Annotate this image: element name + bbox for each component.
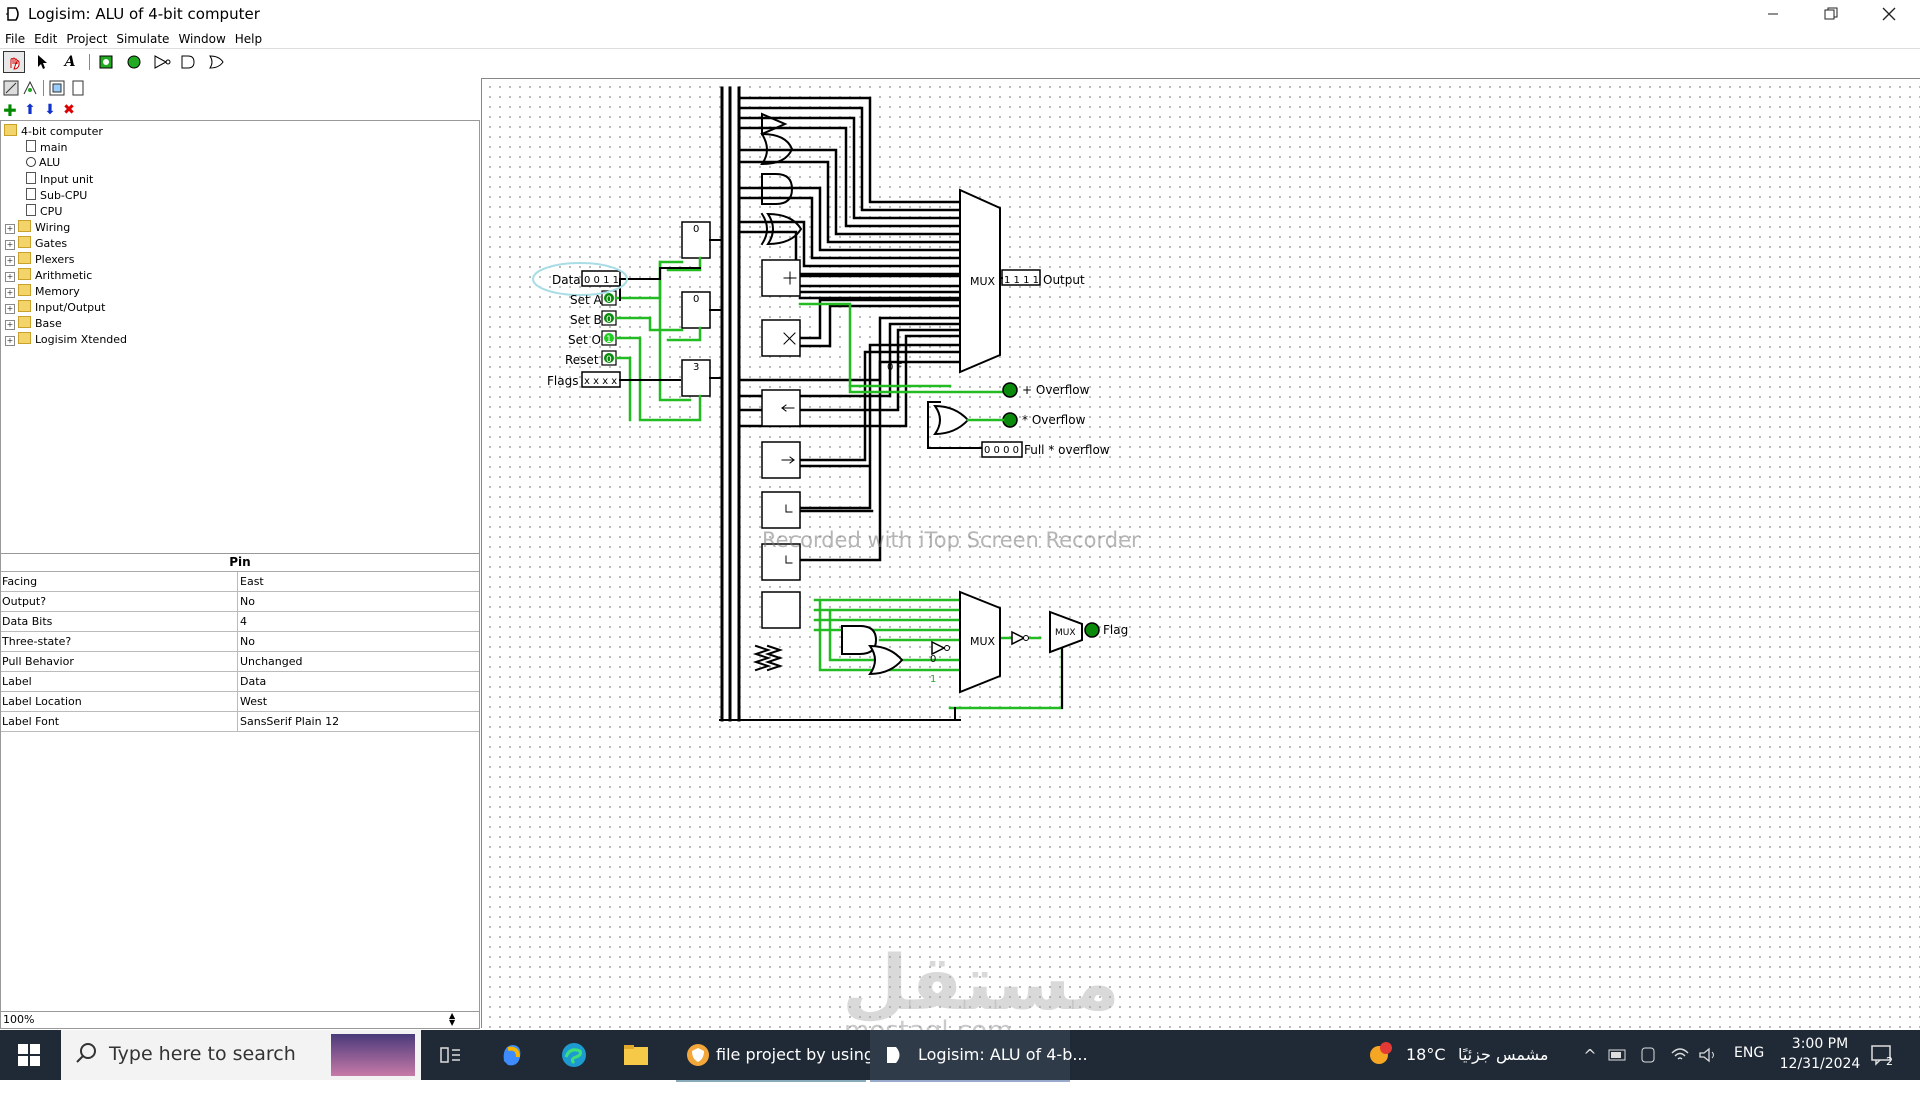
flag-label: Flag: [1103, 623, 1128, 637]
search-highlight-image: [331, 1034, 415, 1076]
volume-icon[interactable]: [1692, 1039, 1724, 1071]
full-overflow-value: 0 0 0 0: [984, 445, 1019, 456]
notification-count: 2: [1886, 1055, 1893, 1068]
shield-browser-icon: [686, 1043, 710, 1071]
taskbar: Type here to search file project by usin…: [0, 1030, 1920, 1082]
full-overflow-label: Full * overflow: [1024, 443, 1110, 457]
pin-set-b-value[interactable]: 0: [606, 315, 612, 325]
battery-icon[interactable]: [1602, 1039, 1634, 1071]
weather-desc: مشمس جزئيًا: [1458, 1045, 1549, 1064]
output-label: Output: [1043, 273, 1085, 287]
constant-label: 0 F: [887, 362, 903, 373]
circuit-diagram[interactable]: Data 0 0 1 1 Set A Set B Set O Reset Fla…: [0, 0, 1920, 1030]
weather-icon: [1366, 1040, 1396, 1074]
pin-flags-label: Flags: [547, 374, 578, 388]
search-placeholder: Type here to search: [109, 1043, 296, 1065]
notification-center-icon[interactable]: 2: [1866, 1039, 1898, 1071]
pin-reset-label: Reset: [565, 353, 599, 367]
pin-flags-value[interactable]: x x x x: [584, 376, 617, 387]
edge-icon[interactable]: [558, 1039, 590, 1071]
taskbar-app-logisim[interactable]: Logisim: ALU of 4-b...: [870, 1030, 1088, 1082]
logisim-taskbar-icon: [884, 1045, 904, 1069]
pin-data-label: Data: [552, 273, 581, 287]
clock-date: 12/31/2024: [1779, 1056, 1861, 1072]
compare-mux-label: MUX: [970, 635, 996, 648]
register-b-value: 0: [693, 294, 699, 305]
weather-widget[interactable]: 18°C مشمس جزئيًا: [1366, 1030, 1566, 1080]
clock[interactable]: 3:00 PM 12/31/2024: [1772, 1036, 1868, 1086]
pin-set-a-label: Set A: [570, 293, 603, 307]
pin-set-o-value[interactable]: 1: [606, 335, 612, 345]
register-a-value: 0: [693, 224, 699, 235]
recorder-watermark: Recorded with iTop Screen Recorder: [762, 528, 1140, 552]
main-mux-label: MUX: [970, 275, 996, 288]
compare-const-0: 0: [930, 654, 936, 665]
weather-temp: 18°C: [1406, 1045, 1446, 1064]
pin-reset-value[interactable]: 0: [606, 355, 612, 365]
output-pin-value: 1 1 1 1: [1004, 275, 1039, 286]
flag-mux-label: MUX: [1055, 628, 1076, 638]
compare-const-1: 1: [930, 674, 936, 685]
pin-set-a-value[interactable]: 0: [606, 295, 612, 305]
mul-overflow-label: * Overflow: [1022, 413, 1086, 427]
pin-data-value[interactable]: 0 0 1 1: [584, 275, 619, 286]
taskbar-app-label: Logisim: ALU of 4-b...: [918, 1045, 1088, 1064]
meet-now-icon[interactable]: [1634, 1039, 1666, 1071]
taskbar-search[interactable]: Type here to search: [61, 1030, 421, 1080]
plus-overflow-label: + Overflow: [1022, 383, 1090, 397]
mostaql-logo-arabic: مستقل: [842, 938, 1120, 1027]
taskbar-app-chrome[interactable]: file project by using...: [676, 1030, 889, 1082]
search-icon: [75, 1042, 97, 1068]
windows-start-icon[interactable]: [13, 1039, 45, 1071]
pin-set-o-label: Set O: [568, 333, 601, 347]
register-o-value: 3: [693, 362, 699, 373]
pin-set-b-label: Set B: [570, 313, 602, 327]
task-view-icon[interactable]: [434, 1039, 466, 1071]
language-indicator[interactable]: ENG: [1734, 1045, 1764, 1095]
copilot-icon[interactable]: [496, 1039, 528, 1071]
file-explorer-icon[interactable]: [620, 1039, 652, 1071]
clock-time: 3:00 PM: [1791, 1036, 1849, 1052]
taskbar-app-label: file project by using...: [716, 1045, 890, 1064]
